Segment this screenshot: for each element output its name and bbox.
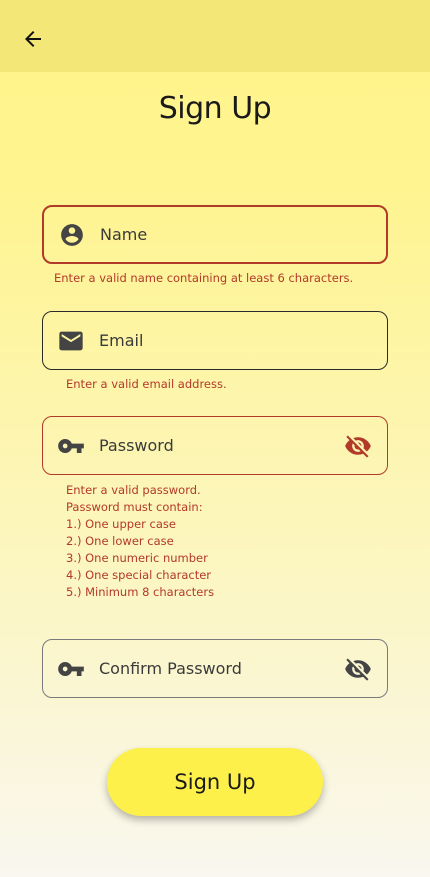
name-field[interactable]: Name (42, 205, 388, 264)
confirm-password-visibility-toggle[interactable] (329, 649, 387, 689)
name-error-text: Enter a valid name containing at least 6… (54, 271, 354, 285)
key-icon (43, 655, 99, 683)
page-title: Sign Up (158, 91, 272, 126)
email-field[interactable]: Email (42, 311, 388, 370)
app-bar (0, 0, 430, 72)
password-error-line: 1.) One upper case (66, 517, 176, 531)
password-error-line: Enter a valid password. (66, 483, 201, 497)
email-label: Email (99, 331, 144, 350)
back-button[interactable] (16, 22, 50, 56)
arrow-left-icon (25, 31, 41, 47)
confirm-password-field[interactable]: Confirm Password (42, 639, 388, 698)
sign-up-button[interactable]: Sign Up (107, 748, 323, 816)
account-circle-icon (44, 222, 100, 248)
password-requirements: Enter a valid password. Password must co… (66, 482, 214, 601)
name-label: Name (100, 225, 148, 244)
eye-off-icon (345, 658, 371, 681)
password-error-line: 3.) One numeric number (66, 551, 208, 565)
envelope-icon (43, 327, 99, 355)
confirm-password-label: Confirm Password (99, 659, 242, 678)
email-error-text: Enter a valid email address. (66, 377, 227, 391)
password-visibility-toggle[interactable] (329, 426, 387, 466)
password-error-line: 2.) One lower case (66, 534, 174, 548)
password-error-line: 5.) Minimum 8 characters (66, 585, 215, 599)
key-icon (43, 432, 99, 460)
eye-off-icon (345, 435, 371, 458)
password-label: Password (99, 436, 174, 455)
password-error-line: Password must contain: (66, 500, 203, 514)
password-field[interactable]: Password (42, 416, 388, 475)
password-error-line: 4.) One special character (66, 568, 212, 582)
